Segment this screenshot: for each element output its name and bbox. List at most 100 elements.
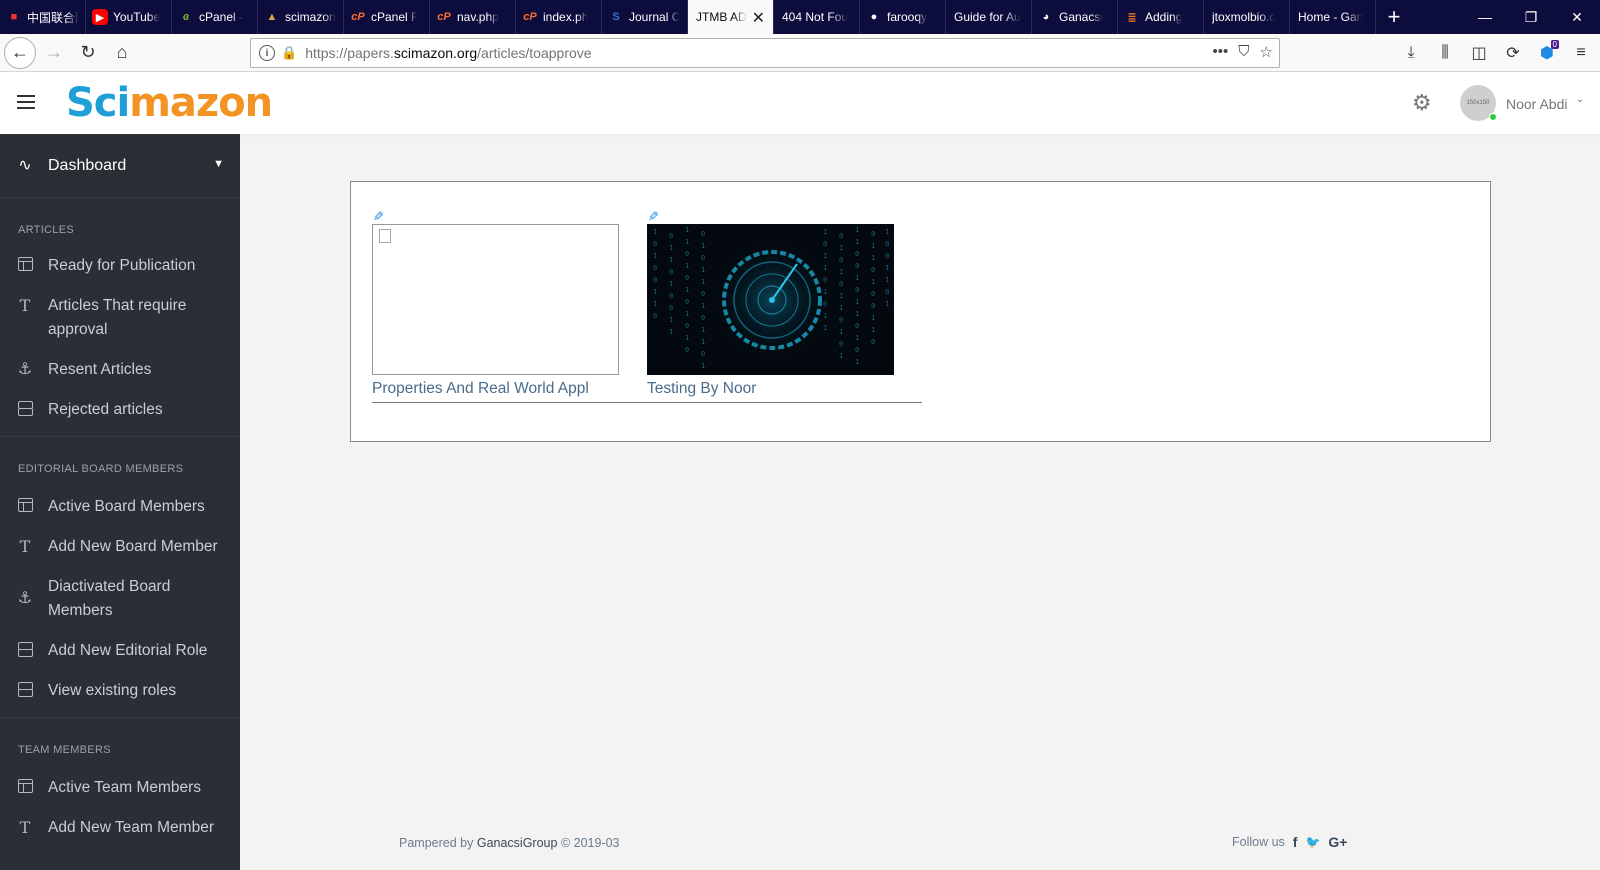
sidebar-item-label: Rejected articles: [48, 401, 163, 418]
svg-text:0: 0: [685, 250, 689, 258]
svg-text:0: 0: [669, 268, 673, 276]
sidebar-section-title: ARTICLES: [18, 224, 74, 236]
settings-gear-icon[interactable]: ⚙: [1412, 90, 1432, 116]
svg-text:0: 0: [855, 322, 859, 330]
sidebar-item-dashboard[interactable]: ∿ Dashboard ▼: [0, 134, 240, 198]
new-tab-button[interactable]: +: [1376, 0, 1412, 34]
download-icon[interactable]: ⤓: [1396, 38, 1426, 68]
avatar[interactable]: 150x150: [1460, 85, 1497, 121]
sidebar-item-label: Add New Board Member: [48, 538, 218, 555]
window-controls: — ❐ ✕: [1462, 0, 1600, 34]
sidebar-item-rejected-articles[interactable]: Rejected articles: [0, 398, 240, 422]
cpanel-icon: cP: [351, 11, 365, 23]
sidebar-item-view-existing-roles[interactable]: View existing roles: [0, 679, 240, 703]
sidebar-item-active-board-members[interactable]: Active Board Members: [0, 495, 240, 519]
matrix-image: 1 0 1 0 0 1 1 0 0 1 1 0 1 0 0 1 1 1 1 0 1 0 1 0 1 0 1 0 0 1 0 1 1 0 1 0 1…: [647, 224, 894, 375]
svg-text:0: 0: [871, 302, 875, 310]
cpanel-green-icon: ɞ: [182, 11, 190, 23]
close-tab-icon[interactable]: ✕: [752, 8, 765, 28]
pocket-icon[interactable]: ⛉: [1238, 43, 1249, 61]
sidebar-item-ready-for-publication[interactable]: Ready for Publication: [0, 254, 240, 278]
hamburger-menu-icon[interactable]: [17, 95, 35, 113]
bookmark-star-icon[interactable]: ☆: [1260, 43, 1273, 61]
sidebar-item-label: Ready for Publication: [48, 257, 196, 274]
extension-icon[interactable]: ⬢ 0: [1532, 38, 1562, 68]
divider: [372, 402, 922, 403]
svg-text:1: 1: [839, 352, 843, 360]
edit-pencil-icon[interactable]: ✎: [369, 211, 385, 222]
online-status-dot: [1489, 113, 1497, 121]
browser-tab[interactable]: ɞ cPanel -: [172, 0, 258, 34]
sidebar-item-label: Active Team Members: [48, 779, 202, 796]
broken-image-icon: [379, 229, 391, 243]
close-window-icon[interactable]: ✕: [1554, 0, 1600, 34]
svg-text:1: 1: [839, 304, 843, 312]
svg-text:0: 0: [701, 254, 705, 262]
chevron-down-icon[interactable]: ⌄: [1576, 94, 1584, 105]
browser-tab[interactable]: cP cPanel F: [344, 0, 430, 34]
article-title-link[interactable]: Testing By Noor: [647, 380, 922, 398]
svg-text:1: 1: [701, 302, 705, 310]
info-icon[interactable]: i: [259, 45, 275, 61]
browser-tab[interactable]: ■中国联合网络: [0, 0, 86, 34]
minimize-icon[interactable]: —: [1462, 0, 1508, 34]
svg-text:0: 0: [871, 230, 875, 238]
edit-pencil-icon[interactable]: ✎: [644, 211, 660, 222]
svg-text:0: 0: [855, 250, 859, 258]
browser-tab[interactable]: ● farooqy: [860, 0, 946, 34]
sidebar-item-add-editorial-role[interactable]: Add New Editorial Role: [0, 639, 240, 663]
browser-tab[interactable]: ▲ scimazon: [258, 0, 344, 34]
svg-text:0: 0: [855, 286, 859, 294]
svg-text:1: 1: [823, 252, 827, 260]
browser-tab[interactable]: cP nav.php: [430, 0, 516, 34]
browser-tab[interactable]: Home - Gan: [1290, 0, 1376, 34]
browser-tab[interactable]: 404 Not Fou: [774, 0, 860, 34]
extension-badge: 0: [1550, 40, 1559, 49]
browser-tab[interactable]: ◕ Ganacsi: [1032, 0, 1118, 34]
sidebar-item-label: Add New Editorial Role: [48, 642, 208, 659]
text-icon: T: [19, 296, 31, 315]
menu-icon[interactable]: ≡: [1566, 38, 1596, 68]
sidebar-item-resent-articles[interactable]: ⚓ Resent Articles: [0, 358, 240, 382]
browser-tab-active[interactable]: JTMB AD ✕: [688, 0, 774, 34]
svg-text:1: 1: [855, 310, 859, 318]
browser-tab[interactable]: Guide for Au: [946, 0, 1032, 34]
svg-text:1: 1: [701, 278, 705, 286]
article-thumbnail[interactable]: [372, 224, 619, 375]
google-plus-icon[interactable]: G+: [1328, 834, 1347, 850]
svg-text:1: 1: [885, 276, 889, 284]
browser-tab[interactable]: cP index.ph: [516, 0, 602, 34]
svg-text:1: 1: [871, 278, 875, 286]
article-thumbnail[interactable]: 1 0 1 0 0 1 1 0 0 1 1 0 1 0 0 1 1 1 1 0 1 0 1 0 1 0 1 0 0 1 0 1 1 0 1 0 1…: [647, 224, 894, 375]
sidebar-item-active-team-members[interactable]: Active Team Members: [0, 776, 240, 800]
twitter-icon[interactable]: 🐦: [1305, 835, 1320, 849]
facebook-icon[interactable]: f: [1293, 834, 1298, 850]
sidebar-toggle-icon[interactable]: ◫: [1464, 38, 1494, 68]
sidebar-item-diactivated-board-members[interactable]: ⚓ Diactivated Board Members: [0, 575, 240, 623]
sidebar-item-add-board-member[interactable]: T Add New Board Member: [0, 535, 240, 559]
flag-icon: ■: [10, 11, 18, 23]
browser-navbar: ← → ↻ ⌂ i 🔒 https://papers. scimazon.org /…: [0, 34, 1600, 72]
back-arrow-icon[interactable]: ←: [4, 36, 36, 69]
sidebar-item-articles-require-approval[interactable]: T Articles That require approval: [0, 294, 240, 342]
footer-brand-link[interactable]: GanacsiGroup: [477, 836, 558, 850]
scimazon-logo[interactable]: Scimazon: [66, 80, 273, 126]
browser-tab[interactable]: ≣ Adding: [1118, 0, 1204, 34]
browser-tab[interactable]: jtoxmolbio.c: [1204, 0, 1290, 34]
reload-icon[interactable]: ↻: [72, 37, 104, 69]
app-header: Scimazon ⚙ 150x150 Noor Abdi ⌄: [0, 72, 1600, 134]
sidebar-item-add-team-member[interactable]: T Add New Team Member: [0, 816, 240, 840]
restore-icon[interactable]: ❐: [1508, 0, 1554, 34]
more-actions-icon[interactable]: •••: [1213, 43, 1229, 61]
sidebar-group-editorial-board: EDITORIAL BOARD MEMBERS Active Board Mem…: [0, 437, 240, 718]
user-name[interactable]: Noor Abdi: [1506, 96, 1567, 112]
browser-tab[interactable]: ▶ YouTube: [86, 0, 172, 34]
library-icon[interactable]: ⫼: [1430, 38, 1460, 68]
home-icon[interactable]: ⌂: [106, 37, 138, 69]
svg-text:1: 1: [685, 334, 689, 342]
browser-tab[interactable]: S Journal C: [602, 0, 688, 34]
article-title-link[interactable]: Properties And Real World Appl: [372, 380, 618, 398]
url-bar[interactable]: i 🔒 https://papers. scimazon.org/articles…: [250, 38, 1280, 68]
forward-arrow-icon[interactable]: →: [38, 37, 70, 69]
sync-icon[interactable]: ⟳: [1498, 38, 1528, 68]
